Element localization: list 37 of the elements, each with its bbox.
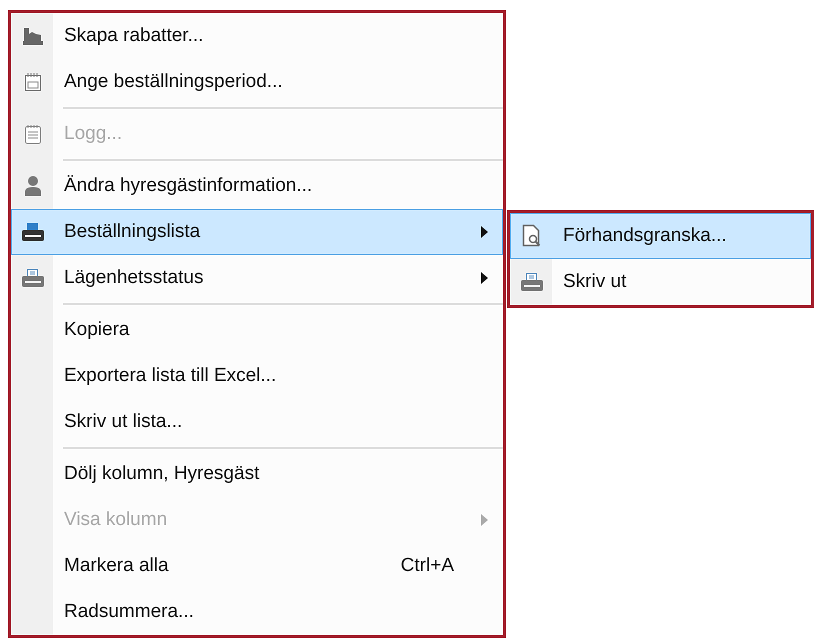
menu-item[interactable]: Skriv ut — [510, 259, 811, 305]
menu-item-label: Kopiera — [63, 319, 130, 341]
menu-item[interactable]: Markera alla Ctrl+A — [11, 543, 503, 589]
menu-item-label: Skriv ut lista... — [63, 411, 182, 433]
menu-item-label: Ange beställningsperiod... — [63, 71, 283, 93]
menu-item-label: Logg... — [63, 123, 122, 145]
printer-icon — [520, 272, 544, 292]
menu-item-label: Markera alla — [63, 555, 169, 577]
menu-item-label: Förhandsgranska... — [562, 225, 727, 247]
menu-item[interactable]: Beställningslista — [11, 209, 503, 255]
menu-item-label: Ändra hyresgästinformation... — [63, 175, 312, 197]
menu-item[interactable]: Exportera lista till Excel... — [11, 353, 503, 399]
printer-icon — [21, 268, 45, 288]
menu-item[interactable]: Kopiera — [11, 307, 503, 353]
menu-item[interactable]: Skapa rabatter... — [11, 13, 503, 59]
menu-item[interactable]: Förhandsgranska... — [510, 213, 811, 259]
menu-item-label: Lägenhetsstatus — [63, 267, 204, 289]
menu-item[interactable]: Ändra hyresgästinformation... — [11, 163, 503, 209]
shortcut-label: Ctrl+A — [400, 555, 454, 577]
menu-item[interactable]: Dölj kolumn, Hyresgäst — [11, 451, 503, 497]
menu-item[interactable]: Skriv ut lista... — [11, 399, 503, 445]
notepad-icon — [24, 123, 42, 145]
menu-item-label: Dölj kolumn, Hyresgäst — [63, 463, 260, 485]
menu-item[interactable]: Radsummera... — [11, 589, 503, 635]
menu-item-label: Skapa rabatter... — [63, 25, 204, 47]
printer-icon — [21, 222, 45, 242]
menu-item[interactable]: Lägenhetsstatus — [11, 255, 503, 301]
calendar-icon — [24, 72, 42, 92]
menu-item-label: Beställningslista — [63, 221, 200, 243]
menu-item[interactable]: Ange beställningsperiod... — [11, 59, 503, 105]
person-icon — [24, 175, 42, 197]
cash-register-icon — [22, 26, 44, 46]
menu-item-label: Radsummera... — [63, 601, 194, 623]
menu-item-label: Exportera lista till Excel... — [63, 365, 276, 387]
menu-item-label: Visa kolumn — [63, 509, 168, 531]
menu-item-label: Skriv ut — [562, 271, 626, 293]
document-search-icon — [521, 224, 543, 248]
